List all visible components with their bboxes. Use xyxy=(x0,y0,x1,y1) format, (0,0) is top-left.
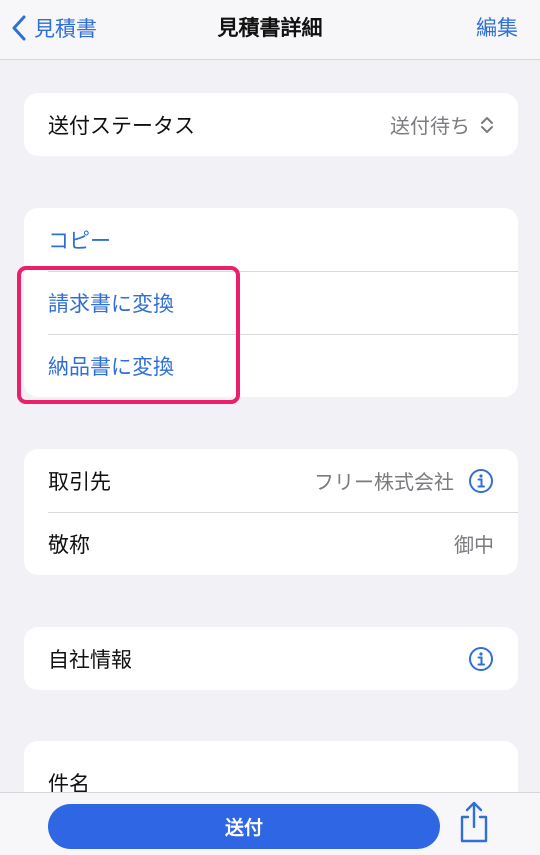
honorific-label: 敬称 xyxy=(48,532,90,557)
chevron-up-down-icon xyxy=(480,115,494,135)
client-section: 取引先 フリー株式会社 敬称 御中 xyxy=(24,449,518,575)
company-section: 自社情報 xyxy=(24,627,518,690)
client-label: 取引先 xyxy=(48,469,111,494)
bottom-toolbar: 送付 xyxy=(0,792,540,855)
highlight-box xyxy=(17,266,240,404)
honorific-row[interactable]: 敬称 御中 xyxy=(24,512,518,575)
honorific-value: 御中 xyxy=(454,533,494,557)
info-icon[interactable] xyxy=(468,646,494,672)
status-section: 送付ステータス 送付待ち xyxy=(24,93,518,156)
share-icon[interactable] xyxy=(456,799,492,849)
copy-row[interactable]: コピー xyxy=(24,208,518,271)
client-value: フリー株式会社 xyxy=(314,470,454,494)
client-row[interactable]: 取引先 フリー株式会社 xyxy=(24,449,518,512)
company-info-row[interactable]: 自社情報 xyxy=(24,627,518,690)
page-title: 見積書詳細 xyxy=(217,16,323,40)
send-status-row[interactable]: 送付ステータス 送付待ち xyxy=(24,93,518,156)
navigation-bar: 見積書 見積書詳細 編集 xyxy=(0,0,540,60)
send-status-label: 送付ステータス xyxy=(48,113,195,138)
send-status-value: 送付待ち xyxy=(390,114,470,138)
edit-button[interactable]: 編集 xyxy=(476,12,518,44)
company-info-label: 自社情報 xyxy=(48,647,132,672)
info-icon[interactable] xyxy=(468,468,494,494)
copy-button[interactable]: コピー xyxy=(48,225,494,255)
send-button[interactable]: 送付 xyxy=(48,804,440,849)
